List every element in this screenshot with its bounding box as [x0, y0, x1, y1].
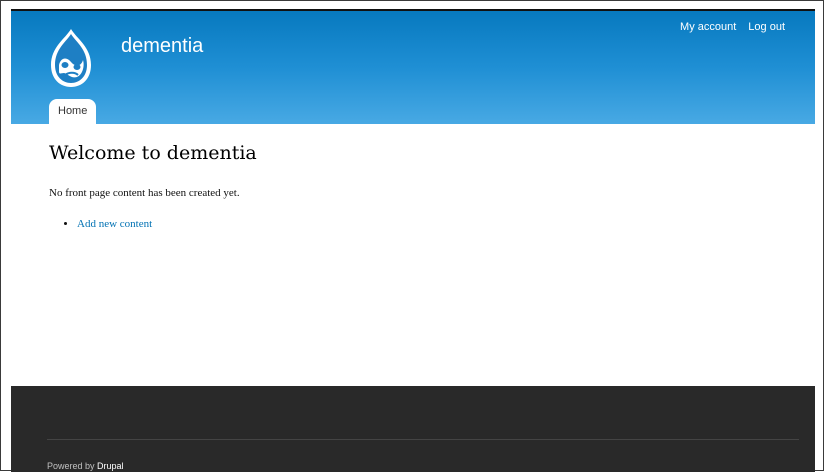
site-name-link[interactable]: dementia: [121, 35, 203, 58]
powered-by-credit: Powered by Drupal: [47, 461, 124, 471]
site-footer: Powered by Drupal: [11, 386, 815, 472]
site-header: dementia My account Log out Home: [11, 11, 815, 124]
footer-divider: [47, 439, 799, 440]
list-item: Add new content: [77, 218, 152, 230]
my-account-link[interactable]: My account: [680, 21, 736, 33]
tab-home[interactable]: Home: [49, 99, 97, 124]
content-link-list: Add new content: [65, 218, 152, 230]
drupal-drop-icon: [51, 29, 91, 87]
intro-text: No front page content has been created y…: [49, 187, 240, 199]
add-new-content-link[interactable]: Add new content: [77, 218, 152, 230]
page-title: Welcome to dementia: [49, 142, 257, 164]
log-out-link[interactable]: Log out: [748, 21, 785, 33]
browser-viewport: dementia My account Log out Home Welcome…: [0, 0, 824, 472]
drupal-link[interactable]: Drupal: [97, 461, 124, 471]
site-logo[interactable]: [47, 27, 95, 89]
main-content: Welcome to dementia No front page conten…: [11, 124, 815, 386]
powered-by-label: Powered by: [47, 461, 95, 471]
secondary-menu: My account Log out: [680, 21, 785, 33]
